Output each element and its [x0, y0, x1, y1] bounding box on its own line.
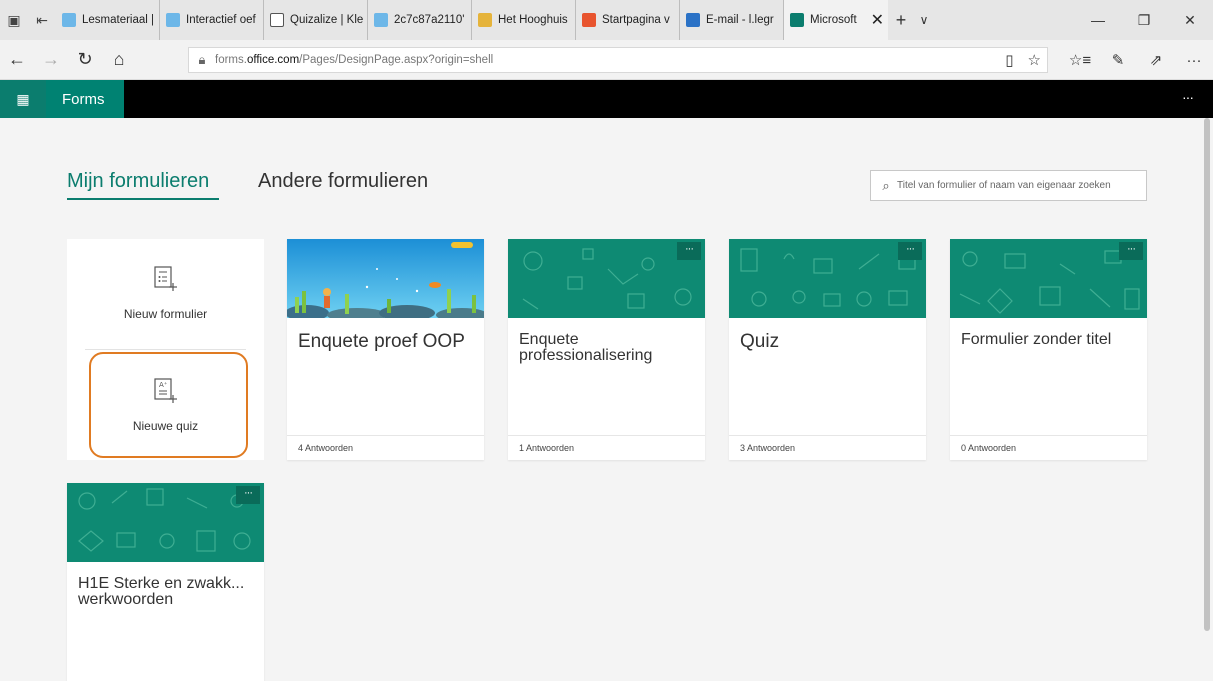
more-options-icon[interactable]: ··· — [677, 242, 701, 260]
form-card[interactable]: ··· Formulier zonder titel 0 Antwoorden — [950, 239, 1147, 460]
share-icon[interactable]: ⇗ — [1137, 40, 1175, 80]
tab-favicon-icon — [166, 13, 180, 27]
favorites-hub-icon[interactable]: ☆≡ — [1061, 40, 1099, 80]
form-card[interactable]: ··· Enquete professionalisering 1 Antwoo… — [508, 239, 705, 460]
form-card[interactable]: ··· H1E Sterke en zwakk... werkwoorden — [67, 483, 264, 681]
more-options-icon[interactable]: ··· — [236, 486, 260, 504]
tab-favicon-icon — [270, 13, 284, 27]
tab-other-forms[interactable]: Andere formulieren — [258, 170, 428, 193]
form-title: Formulier zonder titel — [961, 331, 1112, 348]
more-options-icon[interactable]: ··· — [898, 242, 922, 260]
close-window-icon[interactable]: ✕ — [1167, 0, 1213, 40]
pattern-header-image — [950, 239, 1147, 318]
browser-tab-active[interactable]: Microsoft ✕ — [784, 0, 888, 40]
more-icon[interactable]: ··· — [1175, 40, 1213, 80]
form-title: Enquete professionalisering — [519, 331, 653, 364]
home-icon[interactable]: ⌂ — [102, 49, 136, 70]
tab-label: E-mail - l.legr — [706, 14, 774, 26]
set-aside-tabs-icon[interactable]: ⇤ — [28, 0, 56, 40]
restore-icon[interactable]: ❐ — [1121, 0, 1167, 40]
tab-favicon-icon — [582, 13, 596, 27]
pattern-header-image — [508, 239, 705, 318]
page-scrollbar[interactable] — [1204, 118, 1210, 631]
divider — [85, 349, 246, 350]
browser-tab[interactable]: Interactief oef — [160, 0, 264, 40]
pattern-header-image — [729, 239, 926, 318]
tab-preview-icon[interactable]: ▣ — [0, 0, 28, 40]
url-input[interactable]: 🔒︎ forms.office.com/Pages/DesignPage.asp… — [188, 47, 1048, 73]
tab-favicon-icon — [686, 13, 700, 27]
browser-tab[interactable]: Lesmateriaal | — [56, 0, 160, 40]
active-tab-underline — [67, 198, 219, 200]
app-name[interactable]: Forms — [46, 80, 124, 118]
tab-label: Startpagina v — [602, 14, 670, 26]
browser-toolbar: ☆≡ ✎ ⇗ ··· — [1061, 40, 1213, 80]
forward-icon[interactable]: → — [34, 49, 68, 70]
lock-icon: 🔒︎ — [198, 52, 206, 67]
tab-favicon-icon — [478, 13, 492, 27]
back-icon[interactable]: ← — [0, 49, 34, 70]
new-tab-icon[interactable]: + — [888, 10, 914, 31]
pattern-header-image — [67, 483, 264, 562]
web-note-icon[interactable]: ✎ — [1099, 40, 1137, 80]
new-form-icon[interactable] — [151, 265, 179, 293]
browser-tab[interactable]: 2c7c87a2110' — [368, 0, 472, 40]
response-count: 0 Antwoorden — [950, 435, 1147, 460]
app-header: ▦ Forms ··· — [0, 80, 1213, 118]
chevron-down-icon[interactable]: ∨ — [914, 13, 934, 27]
tab-label: Quizalize | Kle — [290, 14, 364, 26]
minimize-icon[interactable]: — — [1075, 0, 1121, 40]
browser-tab[interactable]: Quizalize | Kle — [264, 0, 368, 40]
tab-label: 2c7c87a2110' — [394, 14, 465, 26]
response-count: 4 Antwoorden — [287, 435, 484, 460]
tab-favicon-icon — [62, 13, 76, 27]
tab-label: Het Hooghuis — [498, 14, 568, 26]
tab-favicon-icon — [374, 13, 388, 27]
favorite-star-icon[interactable]: ☆ — [1028, 51, 1041, 69]
tab-my-forms[interactable]: Mijn formulieren — [67, 170, 209, 193]
browser-tab[interactable]: Startpagina v — [576, 0, 680, 40]
address-bar-row: ← → ↻ ⌂ 🔒︎ forms.office.com/Pages/Design… — [0, 40, 1213, 80]
more-options-icon[interactable]: ··· — [1119, 242, 1143, 260]
browser-tab[interactable]: Het Hooghuis — [472, 0, 576, 40]
search-placeholder: Titel van formulier of naam van eigenaar… — [897, 180, 1111, 191]
close-tab-icon[interactable]: ✕ — [871, 10, 884, 30]
url-text: forms.office.com/Pages/DesignPage.aspx?o… — [215, 54, 494, 66]
form-title: Quiz — [740, 331, 780, 352]
response-count: 1 Antwoorden — [508, 435, 705, 460]
tab-label: Microsoft — [810, 14, 857, 26]
response-count: 3 Antwoorden — [729, 435, 926, 460]
reading-view-icon[interactable]: ▯ — [1005, 51, 1013, 69]
window-controls: — ❐ ✕ — [1075, 0, 1213, 40]
form-card[interactable]: Enquete proef OOP 4 Antwoorden — [287, 239, 484, 460]
tab-label: Interactief oef — [186, 14, 256, 26]
app-launcher-icon[interactable]: ▦ — [0, 80, 46, 118]
browser-tab[interactable]: E-mail - l.legr — [680, 0, 784, 40]
refresh-icon[interactable]: ↻ — [68, 49, 102, 70]
search-input[interactable]: ⌕ Titel van formulier of naam van eigena… — [870, 170, 1147, 201]
form-title: H1E Sterke en zwakk... werkwoorden — [78, 575, 245, 608]
tab-favicon-icon — [790, 13, 804, 27]
form-card[interactable]: ··· Quiz 3 Antwoorden — [729, 239, 926, 460]
underwater-header-image — [287, 239, 484, 318]
browser-tab-bar: ▣ ⇤ Lesmateriaal | Interactief oef Quiza… — [0, 0, 1213, 40]
new-form-button[interactable]: Nieuw formulier — [67, 307, 264, 321]
new-quiz-highlight — [89, 352, 248, 458]
more-options-icon[interactable]: ··· — [1182, 89, 1194, 105]
search-icon: ⌕ — [882, 177, 890, 193]
form-title: Enquete proef OOP — [298, 331, 465, 352]
tab-label: Lesmateriaal | — [82, 14, 155, 26]
